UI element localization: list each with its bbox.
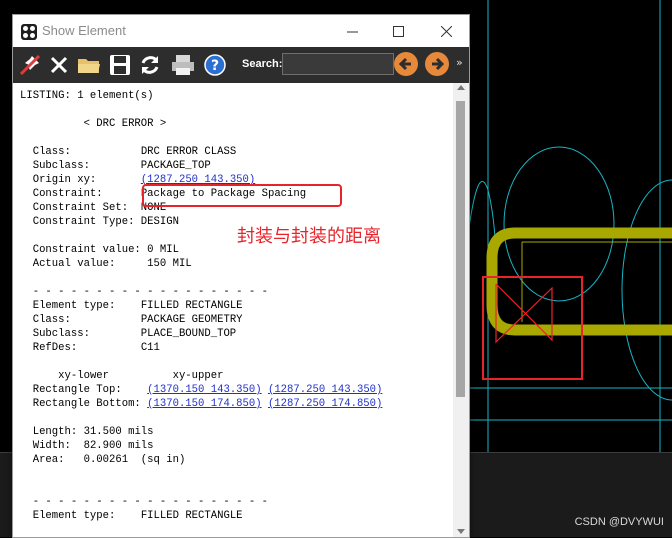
listing-panel[interactable]: LISTING: 1 element(s) < DRC ERROR > Clas…: [13, 83, 453, 537]
save-icon: [110, 55, 130, 75]
svg-text:?: ?: [211, 58, 219, 74]
field-label: Class:: [32, 146, 71, 158]
column-header: xy-upper: [172, 370, 224, 382]
pin-button[interactable]: [17, 52, 43, 78]
element-type-value: FILLED RECTANGLE: [140, 510, 243, 522]
back-button[interactable]: [394, 52, 418, 76]
subclass-value: PLACE_BOUND_TOP: [140, 328, 237, 340]
scroll-up-icon[interactable]: [457, 85, 465, 90]
maximize-button[interactable]: [375, 15, 421, 47]
class-value: DRC ERROR CLASS: [140, 146, 237, 158]
field-label: Area:: [32, 454, 65, 466]
field-label: Element type:: [32, 300, 116, 312]
coordinate-link[interactable]: (1370.150 143.350): [147, 384, 261, 396]
coordinate-link[interactable]: (1287.250 174.850): [268, 398, 382, 410]
length-value: 31.500 mils: [83, 426, 154, 438]
refdes-value: C11: [140, 342, 160, 354]
actual-value: 150 MIL: [147, 258, 192, 270]
coordinate-link[interactable]: (1370.150 174.850): [147, 398, 261, 410]
refresh-icon: [141, 56, 159, 74]
element-type-value: FILLED RECTANGLE: [140, 300, 243, 312]
field-label: Rectangle Top:: [32, 384, 122, 396]
listing-header: LISTING: 1 element(s): [20, 90, 154, 102]
subclass-value: PACKAGE_TOP: [140, 160, 211, 172]
field-label: Length:: [32, 426, 78, 438]
field-label: Constraint value:: [32, 244, 141, 256]
field-label: Constraint:: [32, 188, 103, 200]
search-input[interactable]: [282, 53, 394, 75]
maximize-icon: [392, 25, 404, 37]
element-listing: LISTING: 1 element(s) < DRC ERROR > Clas…: [20, 89, 382, 523]
field-label: Rectangle Bottom:: [32, 398, 141, 410]
field-label: Subclass:: [32, 160, 90, 172]
vertical-scrollbar[interactable]: [453, 83, 469, 537]
delete-button[interactable]: [46, 52, 72, 78]
divider: - - - - - - - - - - - - - - - - - - -: [32, 286, 268, 298]
field-label: RefDes:: [32, 342, 78, 354]
show-element-window: Show Element ? Search: » LISTING: 1 elem…: [12, 14, 470, 538]
close-icon: [440, 25, 452, 37]
title-bar[interactable]: Show Element: [13, 15, 469, 47]
field-label: Origin xy:: [32, 174, 97, 186]
minimize-button[interactable]: [329, 15, 375, 47]
divider: - - - - - - - - - - - - - - - - - - -: [32, 496, 268, 508]
field-label: Class:: [32, 314, 71, 326]
toolbar-overflow-button[interactable]: »: [456, 56, 463, 69]
pin-icon: [19, 54, 41, 76]
back-icon: [398, 57, 411, 71]
close-x-icon: [50, 56, 68, 74]
error-highlight-box: [482, 276, 583, 380]
field-label: Subclass:: [32, 328, 90, 340]
print-button[interactable]: [170, 52, 196, 78]
window-title: Show Element: [42, 23, 126, 38]
column-header: xy-lower: [58, 370, 110, 382]
field-label: Actual value:: [32, 258, 116, 270]
field-label: Constraint Set:: [32, 202, 129, 214]
constraint-type-value: DESIGN: [140, 216, 179, 228]
print-icon: [172, 55, 194, 75]
field-label: Constraint Type:: [32, 216, 135, 228]
class-value: PACKAGE GEOMETRY: [140, 314, 243, 326]
section-title: < DRC ERROR >: [83, 118, 167, 130]
field-label: Element type:: [32, 510, 116, 522]
forward-button[interactable]: [425, 52, 449, 76]
minimize-icon: [346, 31, 358, 32]
field-label: Width:: [32, 440, 71, 452]
app-icon: [21, 24, 37, 40]
constraint-value-value: 0 MIL: [147, 244, 179, 256]
coordinate-link[interactable]: (1287.250 143.350): [268, 384, 382, 396]
help-icon: ?: [204, 54, 226, 76]
close-button[interactable]: [423, 15, 469, 47]
refresh-button[interactable]: [137, 52, 163, 78]
save-button[interactable]: [107, 52, 133, 78]
open-button[interactable]: [76, 52, 102, 78]
watermark: CSDN @DVYWUI: [574, 516, 664, 528]
scroll-thumb[interactable]: [456, 101, 465, 397]
toolbar: ? Search: »: [13, 47, 469, 83]
help-button[interactable]: ?: [202, 52, 228, 78]
constraint-highlight-box: [142, 184, 342, 207]
forward-icon: [432, 57, 445, 71]
annotation-text: 封装与封装的距离: [237, 226, 381, 247]
width-value: 82.900 mils: [83, 440, 154, 452]
area-value: 0.00261 (sq in): [83, 454, 186, 466]
scroll-down-icon[interactable]: [457, 529, 465, 534]
folder-icon: [78, 59, 100, 73]
search-label: Search:: [242, 58, 283, 70]
